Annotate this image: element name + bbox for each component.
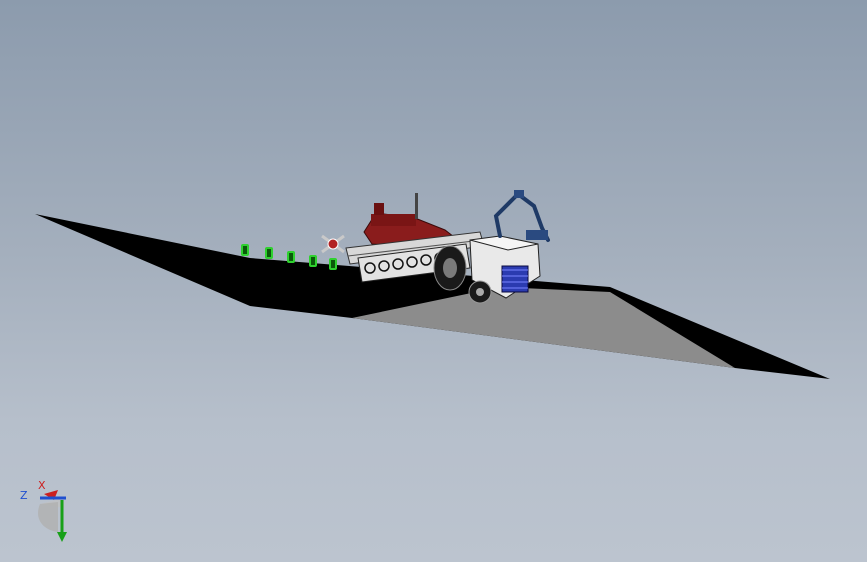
z-axis-label: Z bbox=[20, 489, 28, 502]
tractor-hood bbox=[371, 214, 416, 226]
plant bbox=[329, 258, 337, 270]
plant bbox=[309, 255, 317, 267]
plant bbox=[287, 251, 295, 263]
front-fan bbox=[321, 234, 345, 254]
plant bbox=[241, 244, 249, 256]
orientation-triad[interactable]: Z X Y bbox=[14, 478, 78, 544]
y-axis-arrow-icon bbox=[57, 532, 67, 542]
plant bbox=[265, 247, 273, 259]
tractor-grille bbox=[374, 203, 384, 215]
exhaust-stack bbox=[415, 193, 418, 219]
model-scene[interactable] bbox=[0, 0, 867, 562]
x-axis-label: X bbox=[38, 479, 46, 492]
graphics-viewport[interactable]: Z X Y bbox=[0, 0, 867, 562]
